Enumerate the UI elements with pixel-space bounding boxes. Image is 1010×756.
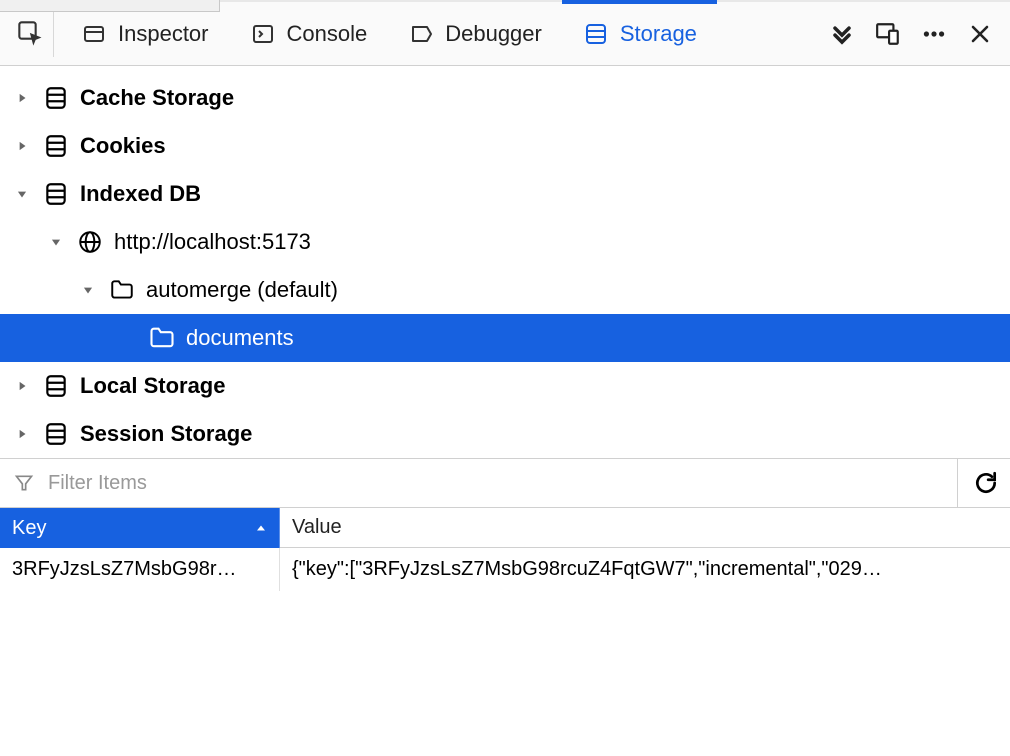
tree-label: Local Storage [80,373,225,399]
tree-label: documents [186,325,294,351]
devtools-toolbar: Inspector Console Debugger [0,0,1010,66]
database-icon [42,84,70,112]
tree-label: Indexed DB [80,181,201,207]
tree-item-indexeddb[interactable]: Indexed DB [0,170,1010,218]
table-cell-key[interactable]: 3RFyJzsLsZ7MsbG98r… [0,548,280,591]
filter-icon [10,469,38,497]
tree-item-idb-database[interactable]: automerge (default) [0,266,1010,314]
tree-label: automerge (default) [146,277,338,303]
tree-item-cookies[interactable]: Cookies [0,122,1010,170]
storage-data-table: Key Value 3RFyJzsLsZ7MsbG98r… {"key":["3… [0,508,1010,591]
debugger-icon [407,20,435,48]
tree-label: Cache Storage [80,85,234,111]
tree-item-cache-storage[interactable]: Cache Storage [0,74,1010,122]
filter-items-input[interactable] [48,472,947,495]
chevron-right-icon [12,379,32,393]
sort-ascending-icon [255,522,267,534]
inspector-icon [80,20,108,48]
tab-inspector[interactable]: Inspector [60,2,229,65]
tab-console[interactable]: Console [229,2,388,65]
element-picker-button[interactable] [8,11,54,57]
tab-label: Storage [620,21,697,47]
tree-item-local-storage[interactable]: Local Storage [0,362,1010,410]
chevron-right-icon [12,139,32,153]
tab-label: Debugger [445,21,542,47]
tabs-overflow-button[interactable] [828,20,856,48]
tree-item-idb-store[interactable]: documents [0,314,1010,362]
chevron-right-icon [12,91,32,105]
storage-tree: Cache Storage Cookies Indexed DB http://… [0,66,1010,458]
column-label: Key [12,517,46,540]
devtools-tabs: Inspector Console Debugger [60,2,828,65]
tree-label: http://localhost:5173 [114,229,311,255]
chevron-down-icon [12,187,32,201]
tree-label: Session Storage [80,421,252,447]
close-devtools-button[interactable] [966,20,994,48]
chevron-down-icon [46,235,66,249]
tree-item-session-storage[interactable]: Session Storage [0,410,1010,458]
tree-item-idb-origin[interactable]: http://localhost:5173 [0,218,1010,266]
tab-label: Inspector [118,21,209,47]
database-icon [42,180,70,208]
tab-storage[interactable]: Storage [562,2,717,65]
tree-label: Cookies [80,133,166,159]
globe-icon [76,228,104,256]
column-header-key[interactable]: Key [0,508,280,548]
database-icon [42,420,70,448]
console-icon [249,20,277,48]
meatballs-menu-button[interactable] [920,20,948,48]
database-icon [42,132,70,160]
folder-icon [148,324,176,352]
folder-icon [108,276,136,304]
database-icon [42,372,70,400]
element-picker-icon [17,20,45,48]
chevron-right-icon [12,427,32,441]
filter-bar [0,458,1010,508]
responsive-design-button[interactable] [874,20,902,48]
tab-debugger[interactable]: Debugger [387,2,562,65]
reload-button[interactable] [972,469,1000,497]
column-label: Value [292,516,342,539]
tab-label: Console [287,21,368,47]
table-cell-value[interactable]: {"key":["3RFyJzsLsZ7MsbG98rcuZ4FqtGW7","… [280,548,1010,591]
chevron-down-icon [78,283,98,297]
storage-icon [582,20,610,48]
column-header-value[interactable]: Value [280,508,1010,548]
